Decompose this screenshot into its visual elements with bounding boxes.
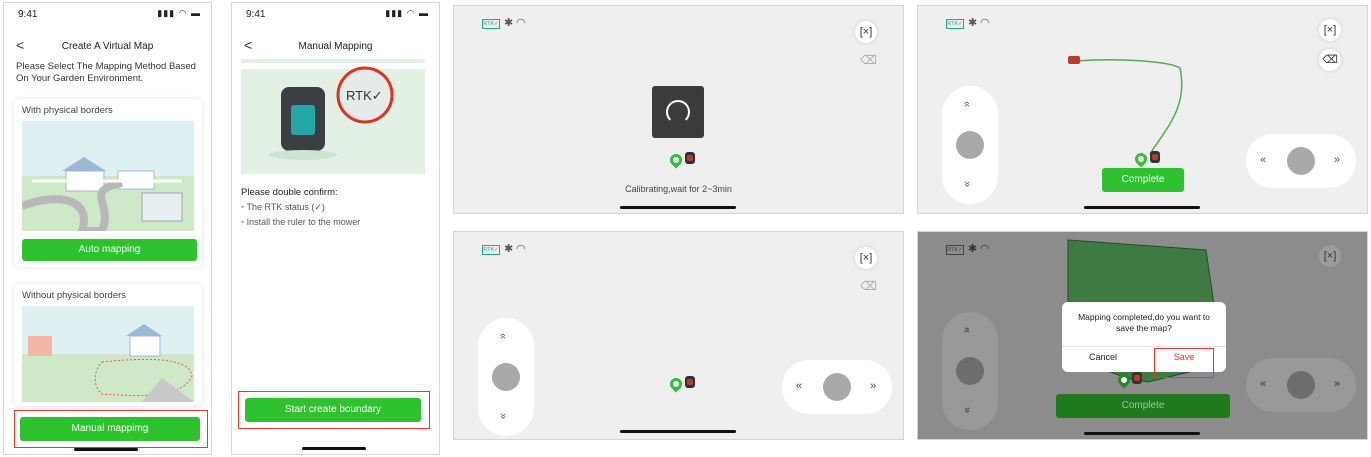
confirm-bullet-ruler: • Install the ruler to the mower <box>241 217 360 227</box>
rtk-status-icon: RTK✓ <box>482 245 500 255</box>
card-label: With physical borders <box>22 105 113 116</box>
dialog-divider <box>1062 346 1226 347</box>
down-arrow-icon: » <box>961 406 974 414</box>
vertical-joystick[interactable]: » » <box>942 86 998 204</box>
dialog-save-button[interactable]: Save <box>1154 352 1214 362</box>
bullet-dot-icon: • <box>241 202 245 212</box>
spinner-icon <box>666 100 690 124</box>
vertical-joystick[interactable]: » » <box>478 318 534 436</box>
mower-icon <box>685 152 695 164</box>
eraser-icon[interactable]: ⌫ <box>860 53 877 67</box>
joystick-knob[interactable] <box>956 357 984 385</box>
bluetooth-icon: ✱ <box>504 243 514 255</box>
complete-button[interactable]: Complete <box>1056 394 1230 418</box>
rtk-device-illustration: RTK✓ <box>241 59 425 174</box>
bullet-text: Install the ruler to the mower <box>246 217 361 227</box>
joystick-knob[interactable] <box>492 363 520 391</box>
status-time: 9:41 <box>246 9 266 20</box>
wifi-icon: ◠ <box>516 17 526 29</box>
horizontal-joystick[interactable]: « » <box>782 360 892 414</box>
left-arrow-icon: « <box>1260 378 1267 390</box>
bullet-text: The RTK status (✓) <box>246 202 325 212</box>
card-physical-borders[interactable]: With physical borders Auto mapping <box>14 99 202 267</box>
dialog-message: Mapping completed,do you want to save th… <box>1078 312 1210 333</box>
down-arrow-icon: » <box>961 180 974 188</box>
rtk-status-icon: RTK✓ <box>482 19 500 29</box>
home-indicator <box>620 206 736 209</box>
home-indicator <box>620 430 736 433</box>
wifi-icon: ◠ <box>516 243 526 255</box>
page-title: Manual Mapping <box>298 41 373 52</box>
page-title: Create A Virtual Map <box>61 41 154 52</box>
joystick-knob[interactable] <box>956 131 984 159</box>
horizontal-joystick[interactable]: « » <box>1246 134 1356 188</box>
bluetooth-icon: ✱ <box>504 17 514 29</box>
status-icons: ▮▮▮ ◠ ▬ <box>157 8 201 18</box>
screen-create-virtual-map: 9:41 ▮▮▮ ◠ ▬ < Create A Virtual Map Plea… <box>3 2 212 455</box>
dialog-cancel-button[interactable]: Cancel <box>1062 352 1144 362</box>
mower-icon <box>1150 151 1160 163</box>
start-create-boundary-button[interactable]: Start create boundary <box>245 398 421 422</box>
eraser-icon[interactable]: ⌫ <box>860 279 877 293</box>
save-map-dialog: Mapping completed,do you want to save th… <box>1062 302 1226 378</box>
right-arrow-icon: » <box>1334 378 1341 390</box>
garden-illustration-virtual <box>22 306 194 402</box>
screen-save-map-dialog: RTK✓ ✱ ◠ [×] » » « » Complete Mapping co… <box>917 231 1368 440</box>
map-pin-icon <box>667 151 685 169</box>
status-icons: ▮▮▮ ◠ ▬ <box>385 8 429 18</box>
fit-view-button[interactable]: [×] <box>855 247 877 269</box>
joystick-knob[interactable] <box>1287 371 1315 399</box>
confirm-bullet-rtk: • The RTK status (✓) <box>241 202 325 213</box>
left-arrow-icon: « <box>796 380 803 392</box>
complete-button[interactable]: Complete <box>1102 168 1184 192</box>
joystick-knob[interactable] <box>1287 147 1315 175</box>
up-arrow-icon: » <box>497 332 510 340</box>
ruler-start-icon <box>1068 56 1080 64</box>
up-arrow-icon: » <box>961 326 974 334</box>
screen-drawing-boundary: RTK✓ ✱ ◠ [×] ⌫ » » « » Complete <box>917 5 1368 214</box>
mower-icon <box>685 376 695 388</box>
intro-text: Please Select The Mapping Method Based O… <box>16 61 196 84</box>
screen-manual-mapping: 9:41 ▮▮▮ ◠ ▬ < Manual Mapping RTK✓ Pleas… <box>231 2 440 455</box>
vertical-joystick[interactable]: » » <box>942 312 998 430</box>
garden-illustration-physical <box>22 121 194 231</box>
manual-mapping-button[interactable]: Manual mappimg <box>20 417 200 441</box>
up-arrow-icon: » <box>961 100 974 108</box>
left-arrow-icon: « <box>1260 154 1267 166</box>
down-arrow-icon: » <box>497 412 510 420</box>
bullet-dot-icon: • <box>241 217 245 227</box>
status-time: 9:41 <box>18 9 38 20</box>
screen-manual-driving: RTK✓ ✱ ◠ [×] ⌫ » » « » <box>453 231 904 440</box>
right-arrow-icon: » <box>870 380 877 392</box>
home-indicator <box>1084 432 1200 435</box>
right-arrow-icon: » <box>1334 154 1341 166</box>
confirm-heading: Please double confirm: <box>241 187 338 198</box>
mower-icon <box>1132 372 1142 384</box>
home-indicator <box>1084 206 1200 209</box>
calibrating-text: Calibrating,wait for 2~3min <box>625 184 732 194</box>
card-label: Without physical borders <box>22 290 127 301</box>
map-pin-icon <box>667 375 685 393</box>
screen-calibrating: RTK✓ ✱ ◠ [×] ⌫ Calibrating,wait for 2~3m… <box>453 5 904 214</box>
fit-view-button[interactable]: [×] <box>855 21 877 43</box>
joystick-knob[interactable] <box>823 373 851 401</box>
card-no-physical-borders[interactable]: Without physical borders <box>14 284 202 406</box>
horizontal-joystick[interactable]: « » <box>1246 358 1356 412</box>
rtk-badge: RTK✓ <box>346 88 383 103</box>
auto-mapping-button[interactable]: Auto mapping <box>22 239 197 261</box>
loading-panel <box>652 86 704 138</box>
home-indicator <box>302 447 366 450</box>
home-indicator <box>74 448 138 451</box>
